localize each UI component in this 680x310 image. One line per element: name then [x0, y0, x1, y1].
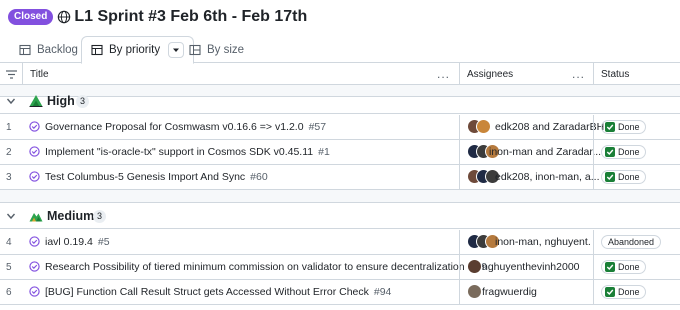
status-badge[interactable]: Abandoned — [601, 235, 662, 249]
view-tabs: Backlog By priority By size — [0, 36, 680, 64]
group-medium-label: Medium — [47, 209, 95, 223]
row-number: 3 — [6, 172, 12, 183]
table-row[interactable]: 2 Implement "is-oracle-tx" support in Co… — [0, 140, 680, 165]
group-high[interactable]: High 3 — [0, 88, 680, 114]
issue-closed-icon — [29, 121, 40, 132]
assignees-text: edk208 and ZaradarBH — [495, 121, 605, 133]
table-row[interactable]: 6 [BUG] Function Call Result Struct gets… — [0, 280, 680, 305]
issue-closed-icon — [29, 261, 40, 272]
tab-by-size[interactable]: By size — [180, 36, 253, 63]
row-number: 1 — [6, 122, 12, 133]
row-number: 2 — [6, 147, 12, 158]
table-icon — [91, 44, 103, 56]
project-header: Closed L1 Sprint #3 Feb 6th - Feb 17th — [0, 0, 680, 34]
column-status-header[interactable]: Status — [601, 63, 629, 85]
tab-backlog-label: Backlog — [37, 43, 78, 56]
issue-title-link[interactable]: Test Columbus-5 Genesis Import And Sync #… — [45, 171, 268, 183]
table-row[interactable]: 4 iavl 0.19.4 #5 inon-man, nghuyent... Ab… — [0, 230, 680, 255]
check-box-icon — [605, 172, 615, 182]
issue-closed-icon — [29, 236, 40, 247]
assignee-avatars[interactable] — [467, 169, 500, 185]
title-column-menu-button[interactable]: ... — [437, 63, 450, 85]
assignees-text: inon-man, nghuyent... — [495, 236, 591, 248]
closed-badge: Closed — [8, 9, 54, 25]
status-badge[interactable]: Done — [601, 170, 646, 184]
status-badge[interactable]: Done — [601, 145, 646, 159]
board-icon — [189, 44, 201, 55]
table-row[interactable]: 1 Governance Proposal for Cosmwasm v0.16… — [0, 115, 680, 140]
column-header-row: Title ... Assignees ... Status — [0, 63, 680, 85]
page-title: L1 Sprint #3 Feb 6th - Feb 17th — [74, 8, 308, 25]
avatar — [467, 284, 482, 299]
assignee-avatars[interactable] — [467, 284, 482, 300]
check-box-icon — [605, 262, 615, 272]
status-badge[interactable]: Done — [601, 260, 646, 274]
row-number: 6 — [6, 287, 12, 298]
issue-title-link[interactable]: Research Possibility of tiered minimum c… — [45, 261, 487, 273]
check-box-icon — [605, 287, 615, 297]
tab-by-priority-label: By priority — [109, 44, 161, 56]
mountain-high-icon — [29, 95, 43, 107]
chevron-down-icon[interactable] — [6, 211, 16, 221]
issue-title-link[interactable]: Implement "is-oracle-tx" support in Cosm… — [45, 146, 330, 158]
assignees-text: edk208, inon-man, a... — [495, 171, 600, 183]
group-medium[interactable]: Medium 3 — [0, 203, 680, 229]
assignees-text: fragwuerdig — [482, 286, 537, 298]
assignee-avatars[interactable] — [467, 259, 482, 275]
check-box-icon — [605, 122, 615, 132]
issue-title-link[interactable]: iavl 0.19.4 #5 — [45, 236, 110, 248]
table-row[interactable]: 5 Research Possibility of tiered minimum… — [0, 255, 680, 280]
assignee-avatars[interactable] — [467, 234, 500, 250]
avatar — [476, 119, 491, 134]
filter-rows-button[interactable] — [6, 63, 17, 85]
assignees-text: nghuyenthevinh2000 — [482, 261, 580, 273]
group-high-label: High — [47, 94, 75, 108]
mountain-medium-icon — [29, 213, 43, 222]
status-badge[interactable]: Done — [601, 120, 646, 134]
assignees-column-menu-button[interactable]: ... — [572, 63, 585, 85]
tab-backlog[interactable]: Backlog — [10, 36, 87, 63]
tab-by-size-label: By size — [207, 43, 245, 56]
status-badge[interactable]: Done — [601, 285, 646, 299]
issue-title-link[interactable]: Governance Proposal for Cosmwasm v0.16.6… — [45, 121, 326, 133]
assignee-avatars[interactable] — [467, 119, 491, 135]
caret-down-icon — [173, 48, 180, 52]
tab-by-priority[interactable]: By priority — [81, 36, 195, 64]
assignees-text: inon-man and Zaradar... — [489, 146, 602, 158]
issue-closed-icon — [29, 286, 40, 297]
group-spacer — [0, 190, 680, 203]
table-icon — [19, 44, 31, 55]
table-row[interactable]: 3 Test Columbus-5 Genesis Import And Syn… — [0, 165, 680, 190]
issue-title-link[interactable]: [BUG] Function Call Result Struct gets A… — [45, 286, 391, 298]
row-number: 5 — [6, 262, 12, 273]
check-box-icon — [605, 147, 615, 157]
avatar — [467, 259, 482, 274]
group-high-count: 3 — [76, 95, 90, 108]
column-assignees-header[interactable]: Assignees — [467, 63, 513, 85]
column-title-header[interactable]: Title — [30, 63, 49, 85]
issue-closed-icon — [29, 146, 40, 157]
issue-closed-icon — [29, 171, 40, 182]
row-number: 4 — [6, 237, 12, 248]
group-medium-count: 3 — [93, 210, 107, 223]
globe-icon — [58, 10, 71, 24]
filter-lines-icon — [6, 69, 17, 79]
chevron-down-icon[interactable] — [6, 96, 16, 106]
